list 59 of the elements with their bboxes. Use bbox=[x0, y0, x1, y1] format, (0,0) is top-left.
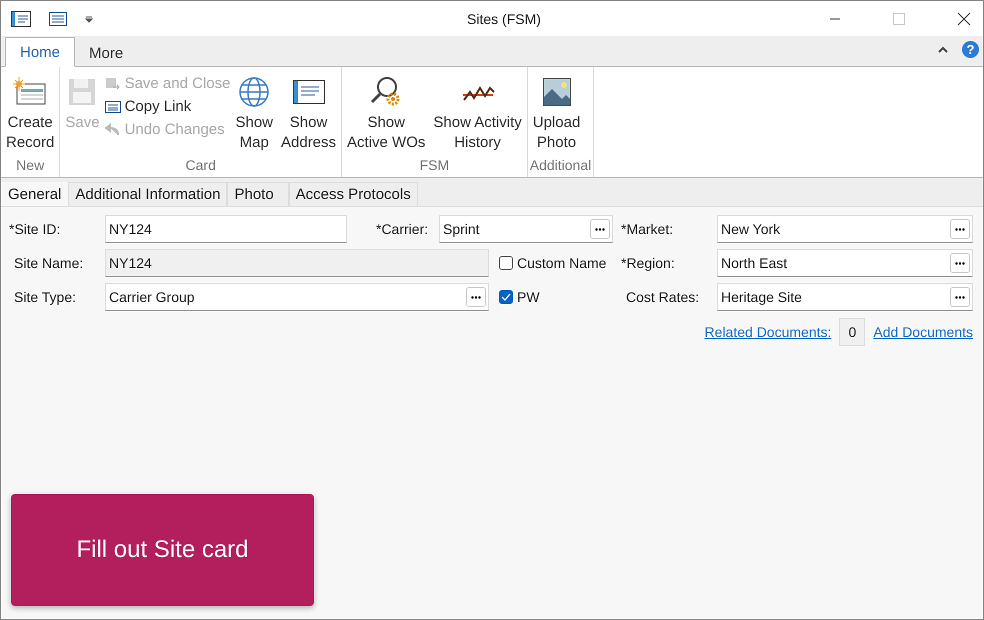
help-button[interactable]: ? bbox=[962, 41, 979, 58]
field-label: *Region: bbox=[621, 255, 676, 271]
form-tab[interactable]: General bbox=[1, 182, 68, 206]
browse-button[interactable] bbox=[950, 253, 970, 273]
ribbon-button[interactable]: Show Active WOs bbox=[344, 73, 428, 157]
save-close-icon bbox=[104, 76, 121, 90]
checkbox[interactable]: Custom Name bbox=[499, 255, 606, 271]
field-label: *Site ID: bbox=[9, 221, 62, 237]
text-field-icon[interactable] bbox=[49, 12, 67, 26]
ellipsis-icon bbox=[955, 296, 965, 298]
ellipsis-icon bbox=[595, 228, 605, 230]
form-tab[interactable]: Photo bbox=[227, 182, 289, 206]
field-label: Site Type: bbox=[13, 289, 78, 305]
input-field[interactable]: North East bbox=[717, 249, 973, 277]
input-field[interactable]: Sprint bbox=[439, 215, 613, 243]
ribbon-button[interactable]: Create Record bbox=[3, 73, 58, 157]
input-field[interactable]: NY124 bbox=[105, 215, 347, 243]
form-tab[interactable]: Additional Information bbox=[68, 182, 228, 206]
collapse-icon[interactable] bbox=[938, 46, 948, 54]
ellipsis-icon bbox=[471, 296, 481, 298]
ribbon-button[interactable]: Upload Photo bbox=[530, 73, 584, 157]
ribbon-button[interactable]: Show Address bbox=[278, 73, 340, 157]
related-documents-link[interactable]: Related Documents: bbox=[704, 324, 832, 340]
globe-icon bbox=[237, 75, 272, 109]
field-label: *Market: bbox=[621, 221, 674, 237]
dropdown-icon[interactable] bbox=[85, 14, 93, 22]
input-field[interactable]: Carrier Group bbox=[105, 283, 489, 311]
group-label: New bbox=[15, 157, 46, 175]
ribbon-tab[interactable]: More bbox=[75, 39, 138, 67]
add-documents-link[interactable]: Add Documents bbox=[873, 324, 973, 340]
ellipsis-icon bbox=[955, 262, 965, 264]
text-field-icon bbox=[104, 100, 121, 114]
group-label: FSM bbox=[418, 157, 450, 175]
ribbon-tab[interactable]: Home bbox=[5, 37, 76, 67]
undo-icon bbox=[104, 122, 121, 136]
browse-button[interactable] bbox=[950, 287, 970, 307]
checkbox[interactable]: PW bbox=[499, 289, 540, 305]
ellipsis-icon bbox=[955, 228, 965, 230]
group-label: Card bbox=[184, 157, 217, 175]
group-label: Additional bbox=[530, 157, 592, 175]
input-field[interactable]: NY124 bbox=[105, 249, 489, 277]
ribbon-button[interactable]: Copy Link bbox=[104, 98, 230, 115]
ribbon-button[interactable]: Show Map bbox=[232, 73, 276, 157]
browse-button[interactable] bbox=[590, 219, 610, 239]
field-label: Site Name: bbox=[13, 255, 84, 271]
field-label: *Carrier: bbox=[375, 221, 430, 237]
ribbon-button[interactable]: Show Activity History bbox=[430, 73, 525, 157]
close-icon[interactable] bbox=[957, 12, 971, 26]
field-label: Cost Rates: bbox=[625, 289, 700, 305]
browse-button[interactable] bbox=[466, 287, 486, 307]
window-title: Sites (FSM) bbox=[466, 10, 542, 26]
input-field[interactable]: Heritage Site bbox=[717, 283, 973, 311]
checkmark-icon bbox=[501, 293, 511, 301]
document-count: 0 bbox=[839, 318, 866, 346]
form-icon[interactable] bbox=[11, 10, 31, 26]
browse-button[interactable] bbox=[950, 219, 970, 239]
input-field[interactable]: New York bbox=[717, 215, 973, 243]
fill-out-button[interactable]: Fill out Site card bbox=[11, 494, 314, 606]
form-tab[interactable]: Access Protocols bbox=[288, 182, 418, 206]
